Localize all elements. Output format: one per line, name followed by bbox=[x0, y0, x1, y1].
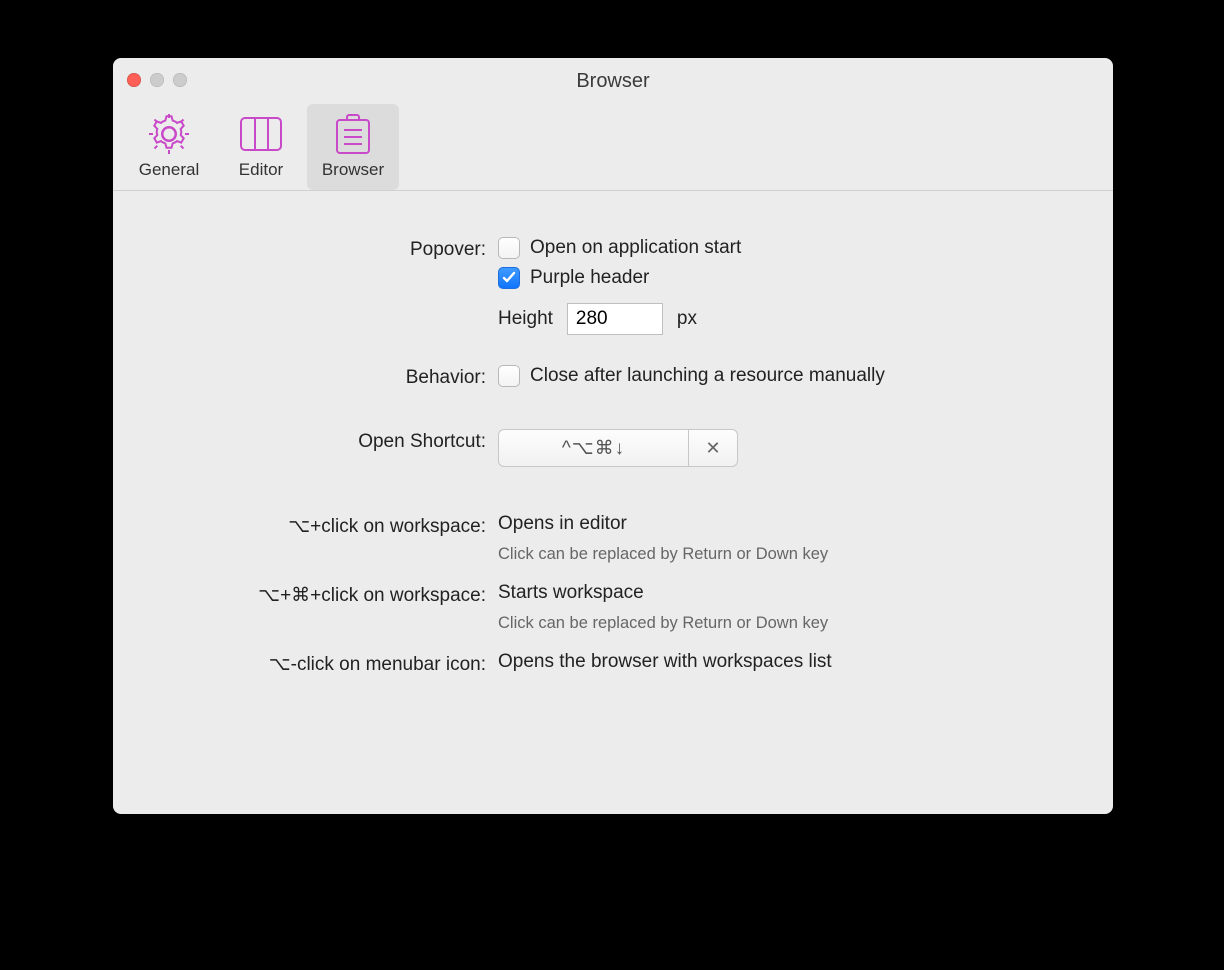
behavior-label: Behavior: bbox=[153, 365, 498, 389]
behavior-row: Behavior: Close after launching a resour… bbox=[153, 365, 1073, 389]
traffic-lights bbox=[127, 73, 187, 87]
columns-icon bbox=[239, 110, 283, 158]
window-title: Browser bbox=[113, 70, 1113, 93]
popover-label: Popover: bbox=[153, 237, 498, 261]
purple-header-checkbox[interactable] bbox=[498, 267, 520, 289]
purple-header-label: Purple header bbox=[530, 267, 649, 289]
preferences-window: Browser bbox=[113, 58, 1113, 814]
close-window-button[interactable] bbox=[127, 73, 141, 87]
clipboard-icon bbox=[333, 110, 373, 158]
hint-sub: Click can be replaced by Return or Down … bbox=[498, 614, 1073, 633]
hint-main: Starts workspace bbox=[498, 582, 1073, 604]
hint-main: Opens the browser with workspaces list bbox=[498, 651, 1073, 673]
titlebar: Browser bbox=[113, 58, 1113, 104]
shortcut-row: Open Shortcut: ^⌥⌘↓ ✕ bbox=[153, 429, 1073, 467]
close-after-checkbox[interactable] bbox=[498, 365, 520, 387]
hint-sub: Click can be replaced by Return or Down … bbox=[498, 545, 1073, 564]
zoom-window-button[interactable] bbox=[173, 73, 187, 87]
tab-general[interactable]: General bbox=[123, 104, 215, 190]
minimize-window-button[interactable] bbox=[150, 73, 164, 87]
tab-browser[interactable]: Browser bbox=[307, 104, 399, 190]
close-after-label: Close after launching a resource manuall… bbox=[530, 365, 885, 387]
preferences-toolbar: General Editor bbox=[113, 104, 1113, 191]
tab-label: General bbox=[139, 160, 199, 180]
content-area: Popover: Open on application start Purpl… bbox=[113, 191, 1113, 734]
popover-row: Popover: Open on application start Purpl… bbox=[153, 237, 1073, 359]
close-icon: ✕ bbox=[705, 438, 720, 459]
hint-main: Opens in editor bbox=[498, 513, 1073, 535]
open-on-start-label: Open on application start bbox=[530, 237, 741, 259]
height-unit: px bbox=[677, 308, 697, 330]
shortcut-clear-button[interactable]: ✕ bbox=[688, 429, 738, 467]
shortcut-label: Open Shortcut: bbox=[153, 429, 498, 453]
height-input[interactable] bbox=[567, 303, 663, 335]
tab-editor[interactable]: Editor bbox=[215, 104, 307, 190]
tab-label: Browser bbox=[322, 160, 384, 180]
hint-opt-click-menubar: ⌥-click on menubar icon: Opens the brows… bbox=[153, 651, 1073, 676]
open-on-start-checkbox[interactable] bbox=[498, 237, 520, 259]
hint-opt-click-workspace: ⌥+click on workspace: Opens in editor Cl… bbox=[153, 513, 1073, 564]
hint-label: ⌥+click on workspace: bbox=[153, 513, 498, 538]
hint-opt-cmd-click-workspace: ⌥+⌘+click on workspace: Starts workspace… bbox=[153, 582, 1073, 633]
tab-label: Editor bbox=[239, 160, 283, 180]
hint-label: ⌥+⌘+click on workspace: bbox=[153, 582, 498, 607]
hint-label: ⌥-click on menubar icon: bbox=[153, 651, 498, 676]
gear-icon bbox=[148, 110, 190, 158]
shortcut-recorder[interactable]: ^⌥⌘↓ bbox=[498, 429, 688, 467]
height-label: Height bbox=[498, 308, 553, 330]
